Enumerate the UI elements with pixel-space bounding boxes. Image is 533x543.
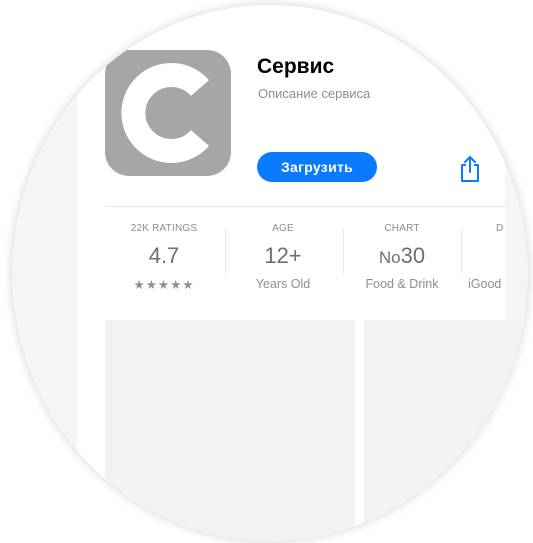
stat-sub: iGood: [468, 277, 502, 291]
screenshot-preview-2[interactable]: [364, 320, 528, 541]
stat-value: 12+: [264, 243, 302, 268]
stat-value: 4.7: [148, 243, 180, 268]
rating-stars: ★★★★★: [133, 278, 195, 292]
chart-rank: 30: [400, 243, 426, 268]
app-title: Сервис: [257, 55, 335, 78]
stat-value: No30: [343, 243, 461, 271]
header-divider: [105, 206, 505, 207]
get-button[interactable]: Загрузить: [257, 152, 377, 182]
stat-sub: Years Old: [255, 277, 311, 291]
stat-label: D: [496, 223, 504, 234]
stat-value: [468, 243, 528, 271]
app-logo-icon: [105, 50, 231, 176]
stat-chart: CHART No30 Food & Drink: [343, 223, 461, 291]
stat-age: AGE 12+ Years Old: [224, 223, 342, 291]
app-store-page: Сервис Описание сервиса Загрузить 22K RA…: [77, 5, 528, 541]
stat-developer: D iGood: [462, 223, 528, 291]
app-subtitle: Описание сервиса: [258, 86, 371, 101]
stats-row: 22K RATINGS 4.7 ★★★★★ AGE 12+ Years Old …: [105, 223, 525, 303]
share-icon[interactable]: [459, 155, 481, 183]
screenshot-preview-1[interactable]: [105, 320, 355, 541]
stat-label: CHART: [384, 223, 420, 234]
number-prefix: No: [378, 248, 401, 267]
stat-label: AGE: [272, 223, 294, 234]
stat-ratings: 22K RATINGS 4.7 ★★★★★: [105, 223, 223, 292]
circular-frame: Сервис Описание сервиса Загрузить 22K RA…: [12, 5, 528, 541]
stat-sub: Food & Drink: [365, 277, 439, 291]
stat-label: 22K RATINGS: [130, 223, 198, 234]
